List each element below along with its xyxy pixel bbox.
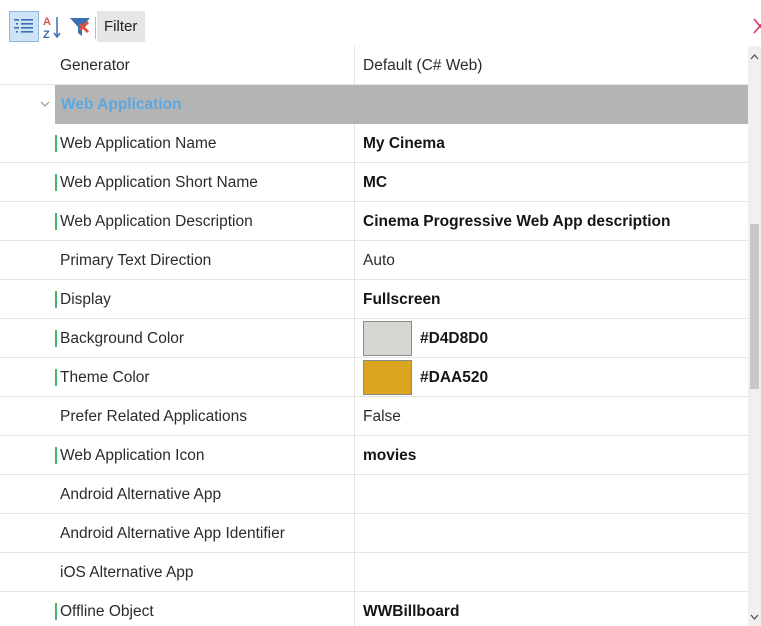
scrollbar-thumb[interactable] — [750, 224, 759, 389]
property-name: Web Application Name — [0, 124, 355, 162]
category-row[interactable]: Web Application — [0, 85, 748, 124]
property-row[interactable]: Generator Default (C# Web) — [0, 46, 748, 85]
property-value[interactable]: movies — [355, 436, 748, 474]
property-name: Display — [0, 280, 355, 318]
property-value[interactable]: WWBillboard — [355, 592, 748, 626]
vertical-scrollbar[interactable] — [748, 46, 761, 626]
color-swatch[interactable] — [363, 359, 412, 395]
property-value[interactable]: Cinema Progressive Web App description — [355, 202, 748, 240]
property-name: Prefer Related Applications — [0, 397, 355, 435]
filter-label: Filter — [97, 11, 146, 42]
category-title: Web Application — [61, 96, 182, 113]
property-name: Web Application Description — [0, 202, 355, 240]
property-row[interactable]: iOS Alternative App — [0, 553, 748, 592]
svg-text:Z: Z — [43, 29, 50, 40]
property-name: Web Application Icon — [0, 436, 355, 474]
property-name: Primary Text Direction — [0, 241, 355, 279]
toolbar-separator — [95, 17, 96, 39]
filter-button[interactable] — [66, 11, 94, 42]
filter-input[interactable] — [145, 11, 751, 42]
scroll-up-arrow-icon[interactable] — [750, 53, 759, 61]
property-row[interactable]: Background Color #D4D8D0 — [0, 319, 748, 358]
filter-box: Filter — [97, 11, 751, 42]
property-value[interactable] — [355, 553, 748, 591]
color-hex-value: #DAA520 — [420, 368, 489, 386]
property-value[interactable] — [355, 475, 748, 513]
property-row[interactable]: Web Application Name My Cinema — [0, 124, 748, 163]
property-value[interactable]: My Cinema — [355, 124, 748, 162]
clear-filter-icon[interactable] — [752, 17, 761, 35]
property-row[interactable]: Display Fullscreen — [0, 280, 748, 319]
property-toolbar: A Z Filter — [0, 0, 761, 44]
property-row[interactable]: Theme Color #DAA520 — [0, 358, 748, 397]
chevron-down-icon[interactable] — [40, 100, 50, 108]
property-row[interactable]: Android Alternative App — [0, 475, 748, 514]
property-row[interactable]: Prefer Related Applications False — [0, 397, 748, 436]
sort-az-icon: A Z — [43, 16, 61, 40]
color-hex-value: #D4D8D0 — [420, 329, 489, 347]
property-name: Android Alternative App — [0, 475, 355, 513]
property-value[interactable]: Auto — [355, 241, 748, 279]
property-name: Background Color — [0, 319, 355, 357]
color-swatch[interactable] — [363, 320, 412, 356]
property-name: Generator — [0, 46, 355, 84]
property-name: Android Alternative App Identifier — [0, 514, 355, 552]
filter-icon — [70, 17, 90, 36]
property-row[interactable]: Offline Object WWBillboard — [0, 592, 748, 626]
property-value[interactable]: #DAA520 — [355, 358, 748, 396]
sort-alphabetical-button[interactable]: A Z — [40, 11, 64, 42]
property-row[interactable]: Primary Text Direction Auto — [0, 241, 748, 280]
property-row[interactable]: Android Alternative App Identifier — [0, 514, 748, 553]
property-row[interactable]: Web Application Icon movies — [0, 436, 748, 475]
categorized-view-button[interactable] — [9, 11, 39, 42]
property-value[interactable]: False — [355, 397, 748, 435]
scroll-down-arrow-icon[interactable] — [750, 613, 759, 621]
property-name: Offline Object — [0, 592, 355, 626]
property-row[interactable]: Web Application Short Name MC — [0, 163, 748, 202]
property-grid: Generator Default (C# Web) Web Application… — [0, 46, 748, 626]
property-value[interactable]: MC — [355, 163, 748, 201]
property-value[interactable]: #D4D8D0 — [355, 319, 748, 357]
svg-text:A: A — [43, 16, 51, 28]
property-value[interactable]: Fullscreen — [355, 280, 748, 318]
property-name: Theme Color — [0, 358, 355, 396]
property-name: Web Application Short Name — [0, 163, 355, 201]
categorized-view-icon — [14, 18, 33, 33]
property-row[interactable]: Web Application Description Cinema Progre… — [0, 202, 748, 241]
property-value[interactable]: Default (C# Web) — [355, 46, 748, 84]
property-value[interactable] — [355, 514, 748, 552]
property-name: iOS Alternative App — [0, 553, 355, 591]
